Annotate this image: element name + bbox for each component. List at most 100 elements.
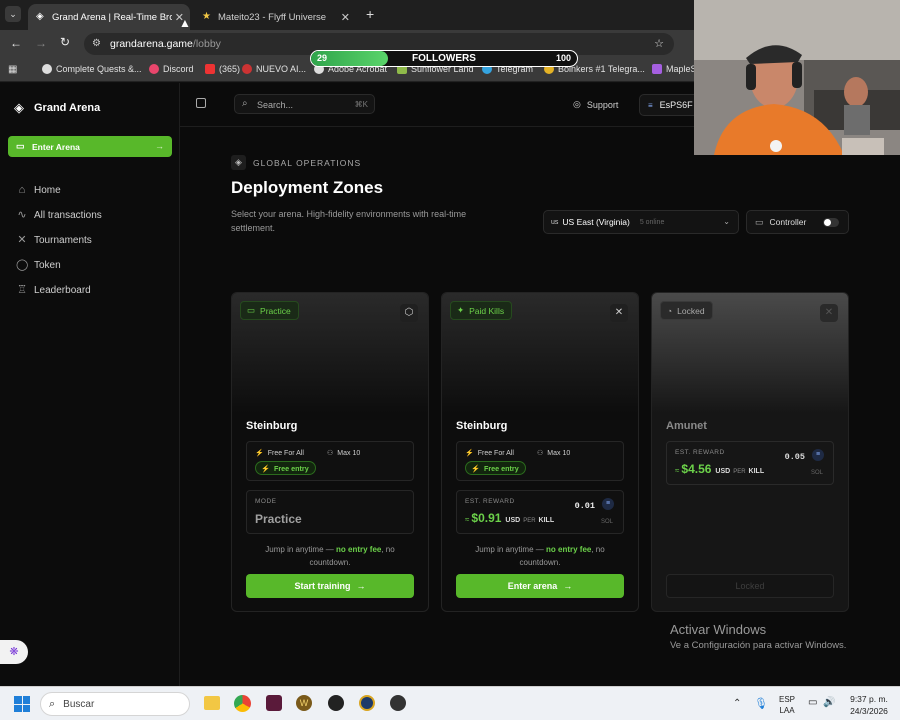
bookmark-favicon-icon [42, 64, 52, 74]
toggle-switch[interactable] [823, 218, 839, 227]
file-explorer-icon[interactable] [204, 696, 220, 710]
windows-activation-subtitle: Ve a Configuración para activar Windows. [670, 640, 847, 651]
new-tab-button[interactable]: + [366, 6, 374, 22]
mode-value: Practice [255, 512, 302, 526]
start-training-button[interactable]: Start training → [246, 574, 414, 598]
enter-arena-button[interactable]: ▭ Enter Arena → [8, 136, 172, 157]
webcam-image [694, 0, 900, 155]
sidebar-item-tournaments[interactable]: ✕ Tournaments [16, 234, 91, 246]
sidebar-item-token[interactable]: ◯ Token [16, 259, 61, 271]
arrow-right-icon: → [155, 141, 164, 151]
controller-toggle[interactable]: ▭ Controller [746, 210, 849, 234]
free-entry-badge: ⚡ Free entry [465, 461, 526, 475]
bookmark-star-icon[interactable]: ☆ [654, 37, 664, 50]
bookmark-item[interactable]: Discord [149, 64, 194, 74]
microphone-icon[interactable]: 🎙 [754, 697, 768, 710]
search-icon: ⌕ [49, 697, 56, 710]
approx-sign: ≈ [675, 466, 680, 475]
app-icon[interactable] [359, 695, 375, 711]
token-unit: SOL [810, 470, 823, 476]
bookmark-item[interactable]: NUEVO AI... [242, 64, 306, 74]
card-badge: ▭ Practice [240, 301, 299, 320]
forward-icon[interactable]: → [35, 36, 47, 50]
swords-icon: ✕ [610, 304, 628, 322]
arena-card-paid-kills[interactable]: ✦ Paid Kills ✕ Steinburg ⚡ Free For All ⚇ M… [441, 292, 639, 612]
arena-card-locked: ◔ Locked ✕ Amunet EST. REWARD 0.05 ≡ SOL … [651, 292, 849, 612]
arena-card-practice[interactable]: ▭ Practice ⬡ Steinburg ⚡ Free For All ⚇ Max… [231, 292, 429, 612]
arena-title: Steinburg [246, 420, 298, 432]
reload-icon[interactable]: ↻ [60, 35, 70, 49]
url-path: /lobby [192, 38, 221, 50]
taskbar-search[interactable]: ⌕ Buscar [40, 692, 190, 716]
gamepad-icon: ▭ [755, 216, 764, 227]
tab-list-button[interactable]: ⌄ [5, 6, 21, 22]
arrow-right-icon: → [356, 581, 366, 591]
search-shortcut: ⌘K [354, 100, 368, 109]
mouse-cursor-icon: ▲ [179, 16, 191, 30]
show-hidden-icons-icon[interactable]: ⌃ [733, 698, 741, 709]
toggle-knob [824, 219, 831, 226]
clock[interactable]: 9:37 p. m. 24/3/2026 [843, 693, 895, 717]
sidebar-item-home[interactable]: ⌂ Home [16, 184, 61, 196]
floating-action-icon[interactable]: ❋ [0, 640, 28, 664]
reward-label: EST. REWARD [465, 498, 515, 505]
max-players-tag: ⚇ Max 10 [537, 449, 571, 458]
tab-flyff[interactable]: ★ Mateito23 - Flyff Universe ✕ [194, 4, 356, 30]
language-indicator[interactable]: ESP LAA [779, 694, 795, 716]
volume-icon[interactable]: 🔊 [823, 697, 835, 708]
back-icon[interactable]: ← [10, 36, 22, 50]
followers-label: FOLLOWERS [412, 53, 476, 64]
search-box[interactable]: ⌕ Search... ⌘K [234, 94, 375, 114]
app-icon[interactable] [328, 695, 344, 711]
bookmark-favicon-icon [242, 64, 252, 74]
reward-box: EST. REWARD 0.05 ≡ SOL ≈ $4.56 USD PER K… [666, 441, 834, 485]
network-icon[interactable]: ▭ [808, 697, 817, 708]
arena-title: Amunet [666, 420, 707, 432]
card-badge: ◔ Locked [660, 301, 713, 320]
bolt-icon: ⚡ [261, 463, 270, 473]
windows-start-icon[interactable] [14, 696, 30, 712]
section-eyebrow: ◈ GLOBAL OPERATIONS [231, 155, 361, 170]
card-badge: ✦ Paid Kills [450, 301, 513, 320]
region-name: US East (Virginia) [562, 217, 630, 227]
region-select[interactable]: us US East (Virginia) 5 online ⌄ [543, 210, 739, 234]
users-icon: ⚇ [537, 450, 544, 457]
page-title: Deployment Zones [231, 178, 384, 197]
home-icon: ⌂ [18, 184, 26, 196]
sidebar-item-leaderboard[interactable]: ♖ Leaderboard [16, 284, 91, 296]
chrome-icon[interactable] [234, 695, 251, 712]
sidebar-item-transactions[interactable]: ∿ All transactions [16, 209, 101, 221]
brand[interactable]: ◈ Grand Arena [14, 100, 100, 116]
apps-icon[interactable]: ▦ [8, 64, 17, 75]
warcraft-icon[interactable]: W [296, 695, 312, 711]
bookmark-item[interactable]: Complete Quests &... [42, 64, 142, 74]
trophy-icon: ♖ [17, 284, 27, 296]
maple-icon [652, 64, 662, 74]
token-amount: 0.01 [574, 501, 595, 511]
close-tab-icon[interactable]: ✕ [341, 11, 350, 24]
bookmark-item[interactable]: (365) [205, 64, 240, 74]
sidebar-toggle-icon[interactable] [196, 98, 206, 108]
tab-grand-arena[interactable]: ◈ Grand Arena | Real-Time Brows ✕ [28, 4, 190, 30]
site-info-icon[interactable]: ⚙ [92, 38, 101, 49]
users-icon: ⚇ [327, 450, 334, 457]
app-icon[interactable] [266, 695, 282, 711]
enter-arena-button[interactable]: Enter arena → [456, 574, 624, 598]
page-subtitle: Select your arena. High-fidelity environ… [231, 209, 467, 233]
youtube-icon [205, 64, 215, 74]
reward-value: ≈ $0.91 USD PER KILL [465, 511, 555, 525]
arena-title: Steinburg [456, 420, 508, 432]
monitor-icon: ▭ [247, 305, 256, 315]
tab-title: Mateito23 - Flyff Universe [218, 11, 327, 23]
support-link[interactable]: ◎ Support [573, 99, 618, 110]
app-icon[interactable] [390, 695, 406, 711]
support-icon: ◎ [573, 99, 581, 109]
layers-icon: ◈ [231, 155, 246, 170]
reward-label: EST. REWARD [675, 449, 725, 456]
region-code: us [551, 218, 559, 226]
bookmark-item[interactable]: MapleS [652, 64, 697, 74]
search-placeholder: Search... [257, 100, 294, 110]
region-status: 5 online [639, 218, 665, 226]
bolt-icon: ⚡ [471, 463, 480, 473]
tab-title: Grand Arena | Real-Time Brows [52, 11, 172, 23]
